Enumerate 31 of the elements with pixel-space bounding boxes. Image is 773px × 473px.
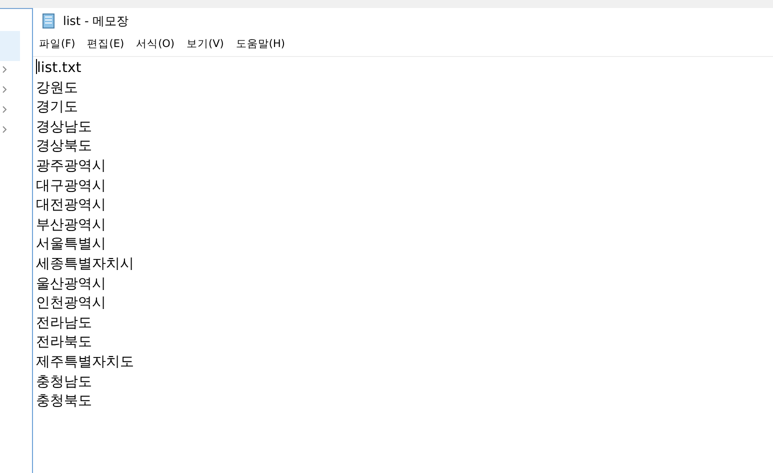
text-editor[interactable]: list.txt 강원도 경기도 경상남도 경상북도 광주광역시 대구광역시 대전광역시 부산광역시 서울특별시 세종특별자치시 울산광역시 인천광역시 전라남도 전라북도 제주특별자치도 충청남도 충청북도	[33, 57, 773, 473]
text-line: 경기도	[36, 98, 79, 118]
window-title: list - 메모장	[63, 12, 129, 30]
chevron-icon[interactable]	[2, 66, 7, 73]
text-line: 전라북도	[36, 333, 93, 352]
text-line: 충청남도	[36, 372, 93, 392]
menu-item[interactable]: 보기(V)	[186, 37, 224, 51]
text-line: 대전광역시	[36, 196, 107, 216]
chevron-icon[interactable]	[2, 126, 7, 133]
text-line: 서울특별시	[36, 235, 107, 254]
text-line: 울산광역시	[36, 274, 107, 294]
text-line: 인천광역시	[36, 294, 107, 314]
text-line: 전라남도	[36, 314, 93, 333]
text-line: 경상북도	[36, 137, 93, 156]
text-line: list.txt	[36, 59, 82, 78]
text-line: 경상남도	[36, 118, 93, 137]
menu-item[interactable]: 서식(O)	[136, 37, 175, 51]
text-line: 제주특별자치도	[36, 352, 135, 372]
chevron-icon[interactable]	[2, 86, 7, 93]
menu-item[interactable]: 편집(E)	[87, 37, 124, 51]
text-line: 세종특별자치시	[36, 254, 135, 274]
menu-item[interactable]: 도움말(H)	[236, 37, 286, 51]
chevron-icon[interactable]	[2, 106, 7, 113]
text-line: 부산광역시	[36, 216, 107, 235]
menu-item[interactable]: 파일(F)	[39, 37, 76, 51]
text-line: 대구광역시	[36, 176, 107, 196]
text-line: 강원도	[36, 78, 79, 98]
text-line: 충청북도	[36, 392, 93, 412]
text-line: 광주광역시	[36, 156, 107, 176]
notepad-icon	[41, 13, 57, 29]
sidebar-highlight	[0, 31, 20, 61]
